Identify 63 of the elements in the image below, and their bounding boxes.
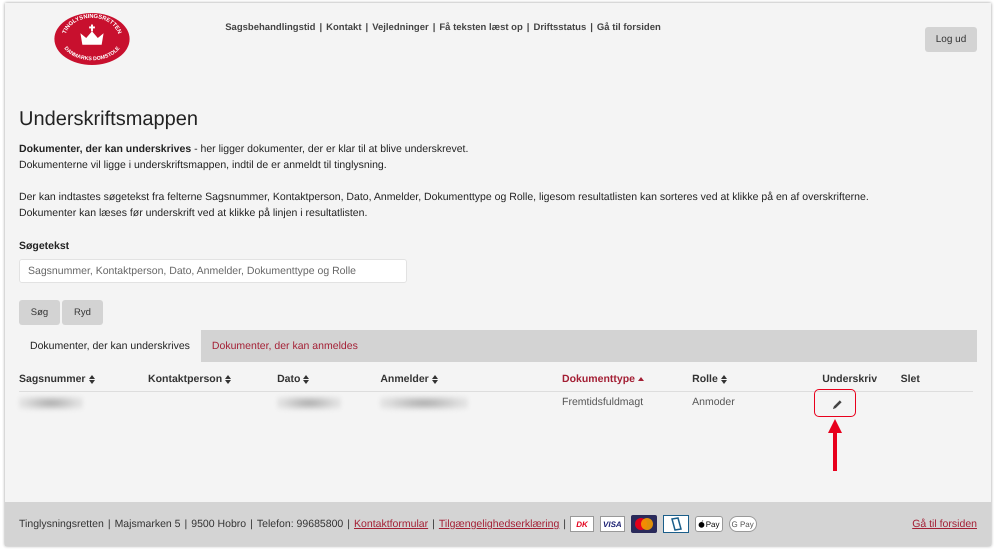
column-header[interactable]: Anmelder — [380, 373, 438, 385]
column-header[interactable]: Rolle — [692, 373, 727, 385]
search-label: Søgetekst — [19, 240, 70, 252]
nav-link[interactable]: Kontakt — [326, 22, 362, 33]
blurred-text — [19, 396, 83, 410]
payment-card-icon: G Pay — [728, 516, 757, 532]
footer-text: Majsmarken 5 — [114, 518, 181, 530]
payment-card-icon — [630, 515, 657, 533]
footer-home-link[interactable]: Gå til forsiden — [912, 518, 977, 530]
arrow-icon — [828, 419, 842, 471]
nav-link[interactable]: Gå til forsiden — [596, 22, 661, 33]
sort-ascending-icon — [638, 377, 644, 381]
apple-icon — [698, 520, 705, 528]
tab[interactable]: Dokumenter, der kan underskrives — [19, 330, 201, 362]
payment-card-icon — [662, 515, 689, 533]
blurred-text — [277, 396, 342, 410]
footer-link[interactable]: Kontaktformular — [354, 518, 428, 530]
separator: | — [347, 518, 350, 530]
footer-text: Telefon: 99685800 — [256, 518, 344, 530]
separator: | — [108, 518, 111, 530]
tab[interactable]: Dokumenter, der kan anmeldes — [200, 330, 369, 362]
search-field[interactable]: Sagsnummer, Kontaktperson, Dato, Anmelder, Dokumenttype og Rolle — [19, 259, 407, 283]
sort-icon — [225, 374, 232, 384]
payment-card-icon: Pay — [694, 516, 722, 532]
column-header[interactable]: Dato — [277, 373, 310, 385]
nav-link[interactable]: Sagsbehandlingstid — [225, 22, 316, 33]
footer-link[interactable]: Tilgængelighedserklæring — [438, 518, 560, 530]
column-header: Underskriv — [822, 373, 878, 385]
separator: | — [250, 518, 253, 530]
separator: | — [366, 22, 368, 33]
sort-icon — [303, 374, 310, 384]
logout-button[interactable]: Log ud — [925, 27, 977, 52]
separator: | — [590, 22, 593, 33]
separator: | — [432, 518, 435, 530]
page-title: Underskriftsmappen — [19, 108, 199, 131]
separator: | — [432, 22, 436, 33]
separator: | — [526, 22, 530, 33]
action-button[interactable]: Ryd — [62, 300, 103, 325]
sort-icon — [88, 374, 95, 384]
sort-icon — [432, 374, 438, 384]
column-header[interactable]: Kontaktperson — [148, 373, 232, 385]
nav-link[interactable]: Få teksten læst op — [439, 22, 523, 33]
nav-link[interactable]: Vejledninger — [372, 22, 429, 33]
intro-text: Dokumenterne vil ligge i underskriftsmappen, indtil de er anmeldt til tinglysning. — [19, 158, 388, 173]
intro-text: Dokumenter, der kan underskrives - her ligger dokumenter, der er klar til at blive underskrevet. — [19, 142, 470, 157]
footer-text: Tinglysningsretten — [19, 518, 104, 530]
table-cell: Anmoder — [692, 396, 735, 408]
separator: | — [563, 518, 566, 530]
footer-text: 9500 Hobro — [191, 518, 246, 530]
separator: | — [319, 22, 322, 33]
separator: | — [184, 518, 188, 530]
column-header[interactable]: Sagsnummer — [19, 373, 95, 385]
action-button[interactable]: Søg — [19, 300, 60, 325]
help-text: Der kan indtastes søgetekst fra felterne Sagsnummer, Kontaktperson, Dato, Anmelder, Dokumenttype og Rolle, ligesom resultatlisten kan sorteres ved at klikke på en af overskrifterne. — [19, 190, 870, 205]
nav-link[interactable]: Driftsstatus — [533, 22, 586, 33]
column-header: Slet — [900, 373, 920, 385]
help-text: Dokumenter kan læses før underskrift ved at klikke på linjen i resultatlisten. — [19, 206, 368, 221]
pencil-icon — [832, 399, 844, 410]
payment-card-icon: VISA — [600, 516, 625, 532]
sort-icon — [720, 374, 727, 384]
payment-card-icon: DK — [570, 516, 594, 532]
table-cell: Fremtidsfuldmagt — [562, 396, 644, 408]
column-header[interactable]: Dokumenttype — [562, 373, 644, 385]
